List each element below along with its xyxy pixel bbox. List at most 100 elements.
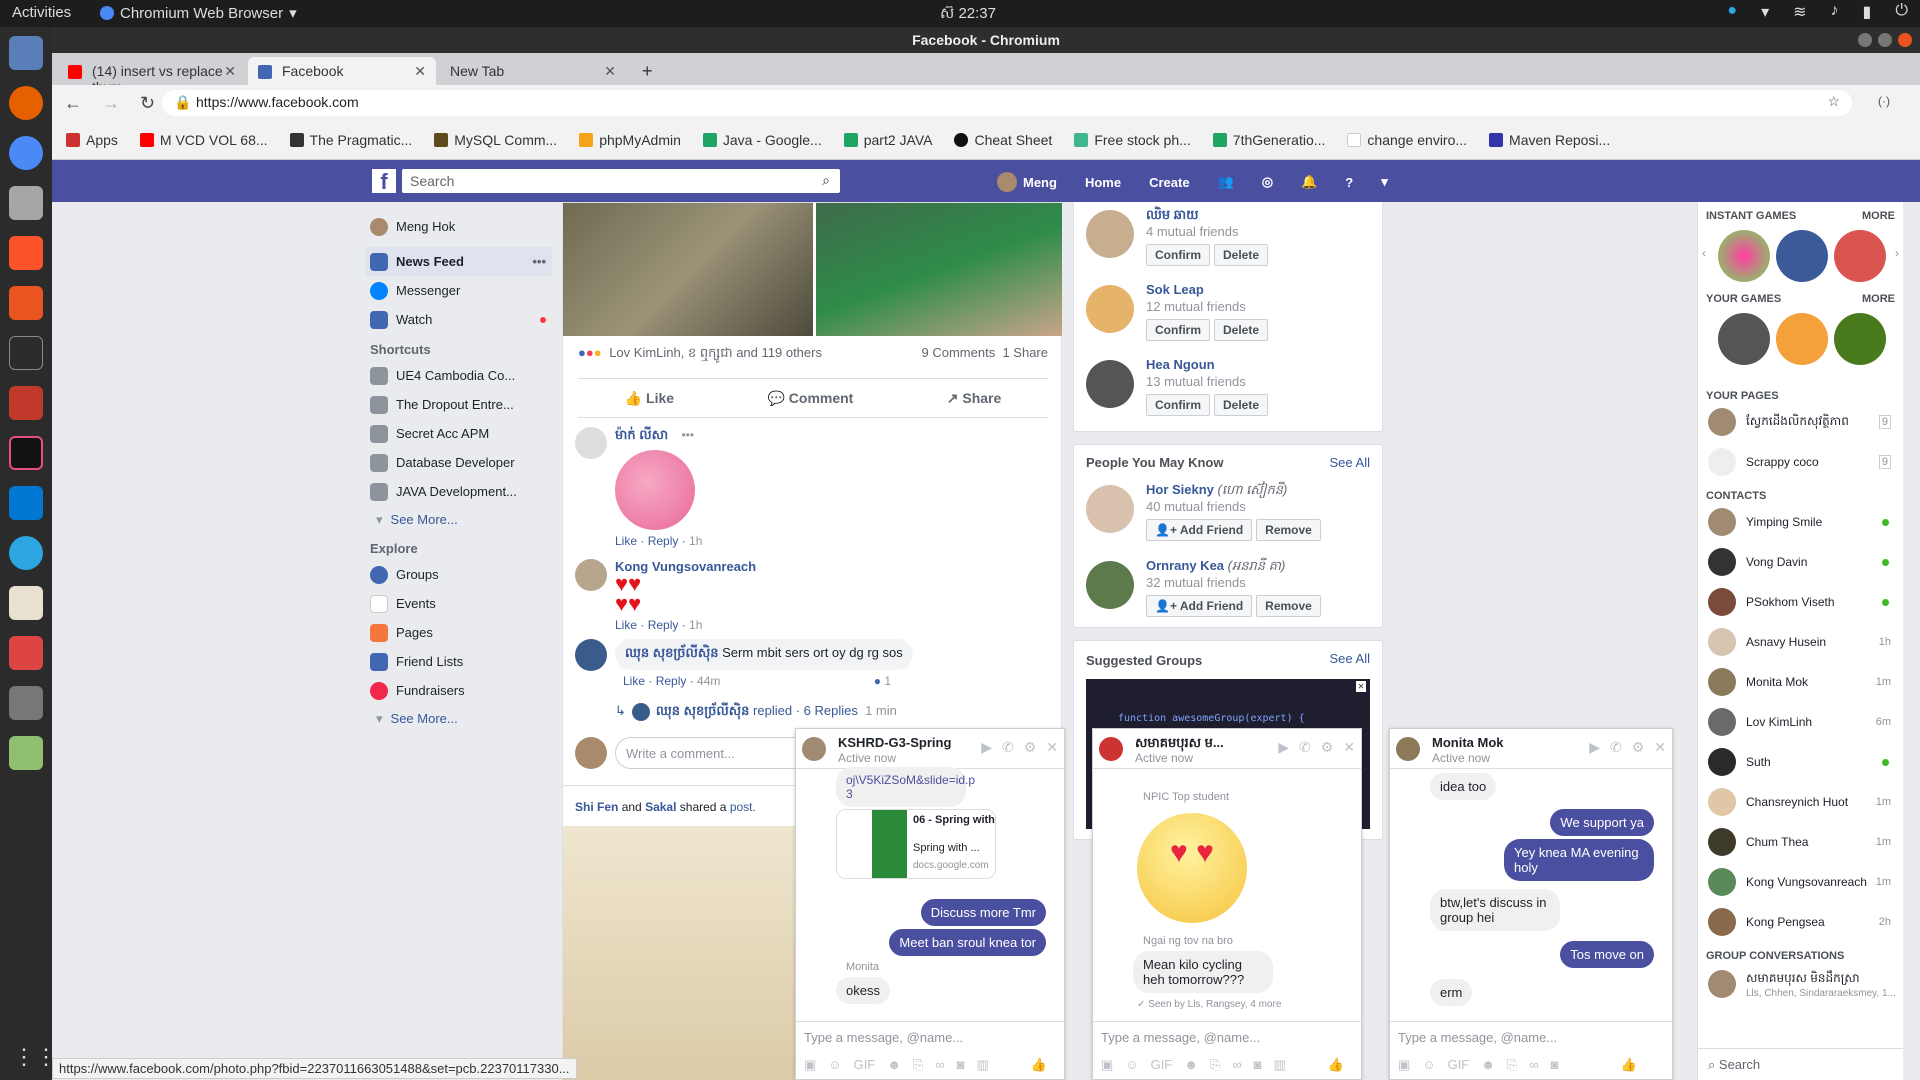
firefox-icon[interactable] [9,86,43,120]
shares-count[interactable]: 1 Share [1002,345,1048,360]
remove-button[interactable]: Remove [1256,519,1321,541]
comment-reaction-count[interactable]: ● 1 [874,674,891,688]
group-conversation-item[interactable]: សមាគមបុរស មិនដឹកស្រា Lls, Chhen, Sindarar… [1698,962,1903,1006]
profile-link[interactable]: Meng Hok [366,212,552,241]
comment-button[interactable]: 💬 Comment [767,390,853,407]
text-editor-icon[interactable] [9,736,43,770]
attach-icon[interactable]: ⎘ [1210,1057,1220,1073]
attach-icon[interactable]: ⎘ [1507,1057,1517,1073]
contact-item[interactable]: Asnavy Husein 1h [1698,622,1903,662]
wifi-icon[interactable]: ≋ [1793,2,1806,22]
screencast-icon[interactable] [9,386,43,420]
contact-item[interactable]: Chum Thea 1m [1698,822,1903,862]
reload-icon[interactable]: ↻ [140,93,155,114]
avatar[interactable] [575,427,607,459]
comment-time[interactable]: 1h [689,618,702,632]
chat-header[interactable]: Monita Mok Active now ▶ ✆ ⚙ ✕ [1390,729,1672,769]
files-icon[interactable] [9,186,43,220]
avatar[interactable] [1086,360,1134,408]
like-button[interactable]: 👍 Like [625,390,674,407]
settings-icon[interactable] [9,686,43,720]
bookmark-item[interactable]: part2 JAVA [843,132,932,148]
thumbs-up-icon[interactable]: 👍 [1031,1057,1047,1073]
comment-like-link[interactable]: Like [615,618,637,632]
gear-icon[interactable]: ⚙ [1024,739,1037,756]
video-call-icon[interactable]: ▶ [1278,739,1289,756]
game-icon[interactable] [1834,313,1886,365]
game-icon[interactable] [1718,313,1770,365]
explore-friend-lists[interactable]: Friend Lists [366,647,552,676]
reaction-summary[interactable]: ●●● Lov KimLinh, ខ ឮក្សូជា and 119 other… [578,345,1048,364]
confirm-button[interactable]: Confirm [1146,319,1210,341]
help-icon[interactable]: ? [1345,175,1353,190]
thumbs-up-icon[interactable]: 👍 [1328,1057,1344,1073]
telegram-icon[interactable]: ● [1727,2,1737,22]
video-call-icon[interactable]: ▶ [1589,739,1600,756]
mutual-friends[interactable]: 4 mutual friends [1146,224,1239,239]
presentation-icon[interactable] [9,636,43,670]
more-options-icon[interactable]: ••• [532,254,546,269]
nav-create-link[interactable]: Create [1149,175,1189,190]
camera-icon[interactable]: ◙ [1254,1057,1262,1073]
contact-item[interactable]: Lov KimLinh 6m [1698,702,1903,742]
mutual-friends[interactable]: 40 mutual friends [1146,499,1246,514]
clock[interactable]: ស៊ 22:37 [940,4,996,26]
close-tab-icon[interactable]: ✕ [414,63,426,80]
bookmark-apps[interactable]: Apps [66,132,118,148]
post-link[interactable]: post. [730,800,756,814]
mutual-friends[interactable]: 12 mutual friends [1146,299,1246,314]
groups-see-all[interactable]: See All [1330,651,1370,666]
gif-icon[interactable]: GIF [1151,1057,1173,1073]
shortcut-item[interactable]: JAVA Development... [366,477,552,506]
comment-author[interactable]: ឈុន សុខច្រ័លីស៊ិន [625,645,719,660]
facebook-search-input[interactable]: Search ⌕ [402,169,840,193]
close-icon[interactable]: ✕ [1343,739,1355,756]
contact-item[interactable]: PSokhom Viseth [1698,582,1903,622]
gear-icon[interactable]: ⚙ [1321,739,1334,756]
nav-home-link[interactable]: Home [1085,175,1121,190]
delete-button[interactable]: Delete [1214,319,1269,341]
chat-title[interactable]: Monita Mok [1432,735,1504,750]
avatar[interactable] [1086,285,1134,333]
phone-icon[interactable]: ✆ [1610,739,1622,756]
game-icon[interactable] [1776,313,1828,365]
avatar[interactable] [1086,485,1134,533]
bookmark-item[interactable]: change enviro... [1347,132,1467,148]
shortcut-item[interactable]: Secret Acc APM [366,419,552,448]
sticker-icon[interactable]: ☺ [828,1057,841,1073]
pymk-name[interactable]: Ornrany Kea [1146,558,1224,573]
search-icon[interactable]: ⌕ [822,172,830,189]
post-author[interactable]: Shi Fen [575,800,618,814]
confirm-button[interactable]: Confirm [1146,244,1210,266]
seen-by[interactable]: ✓ Seen by Lls, Rangsey, 4 more [1137,999,1281,1010]
message-input[interactable]: Type a message, @name... [804,1030,963,1045]
comment-time[interactable]: 1h [689,534,702,548]
watch-link[interactable]: Watch [366,305,552,334]
close-window-button[interactable] [1898,33,1912,47]
friend-requests-icon[interactable]: 👥 [1218,174,1234,190]
link-icon[interactable]: ∞ [935,1057,944,1073]
contact-item[interactable]: Suth [1698,742,1903,782]
avatar[interactable] [1086,561,1134,609]
mutual-friends[interactable]: 32 mutual friends [1146,575,1246,590]
notifications-bell-icon[interactable]: 🔔 [1301,174,1317,190]
chat-title[interactable]: KSHRD-G3-Spring [838,735,951,750]
confirm-button[interactable]: Confirm [1146,394,1210,416]
image-icon[interactable]: ▣ [804,1057,816,1073]
bookmark-star-icon[interactable]: ☆ [1827,93,1840,110]
add-friend-button[interactable]: 👤+ Add Friend [1146,519,1253,541]
close-tab-icon[interactable]: ✕ [224,63,236,80]
explore-pages[interactable]: Pages [366,618,552,647]
camera-icon[interactable]: ◙ [1551,1057,1559,1073]
maximize-button[interactable] [1878,33,1892,47]
bookmark-item[interactable]: Cheat Sheet [954,132,1052,148]
close-tab-icon[interactable]: ✕ [604,63,616,80]
comment-author[interactable]: ម៉ាក់ លីសា [615,427,668,442]
mutual-friends[interactable]: 13 mutual friends [1146,374,1246,389]
close-icon[interactable]: ✕ [1046,739,1058,756]
bookmark-item[interactable]: Maven Reposi... [1489,132,1610,148]
shortcut-item[interactable]: Database Developer [366,448,552,477]
bookmark-item[interactable]: MySQL Comm... [434,132,557,148]
request-name[interactable]: Sok Leap [1146,282,1204,297]
comment-like-link[interactable]: Like [623,674,645,688]
